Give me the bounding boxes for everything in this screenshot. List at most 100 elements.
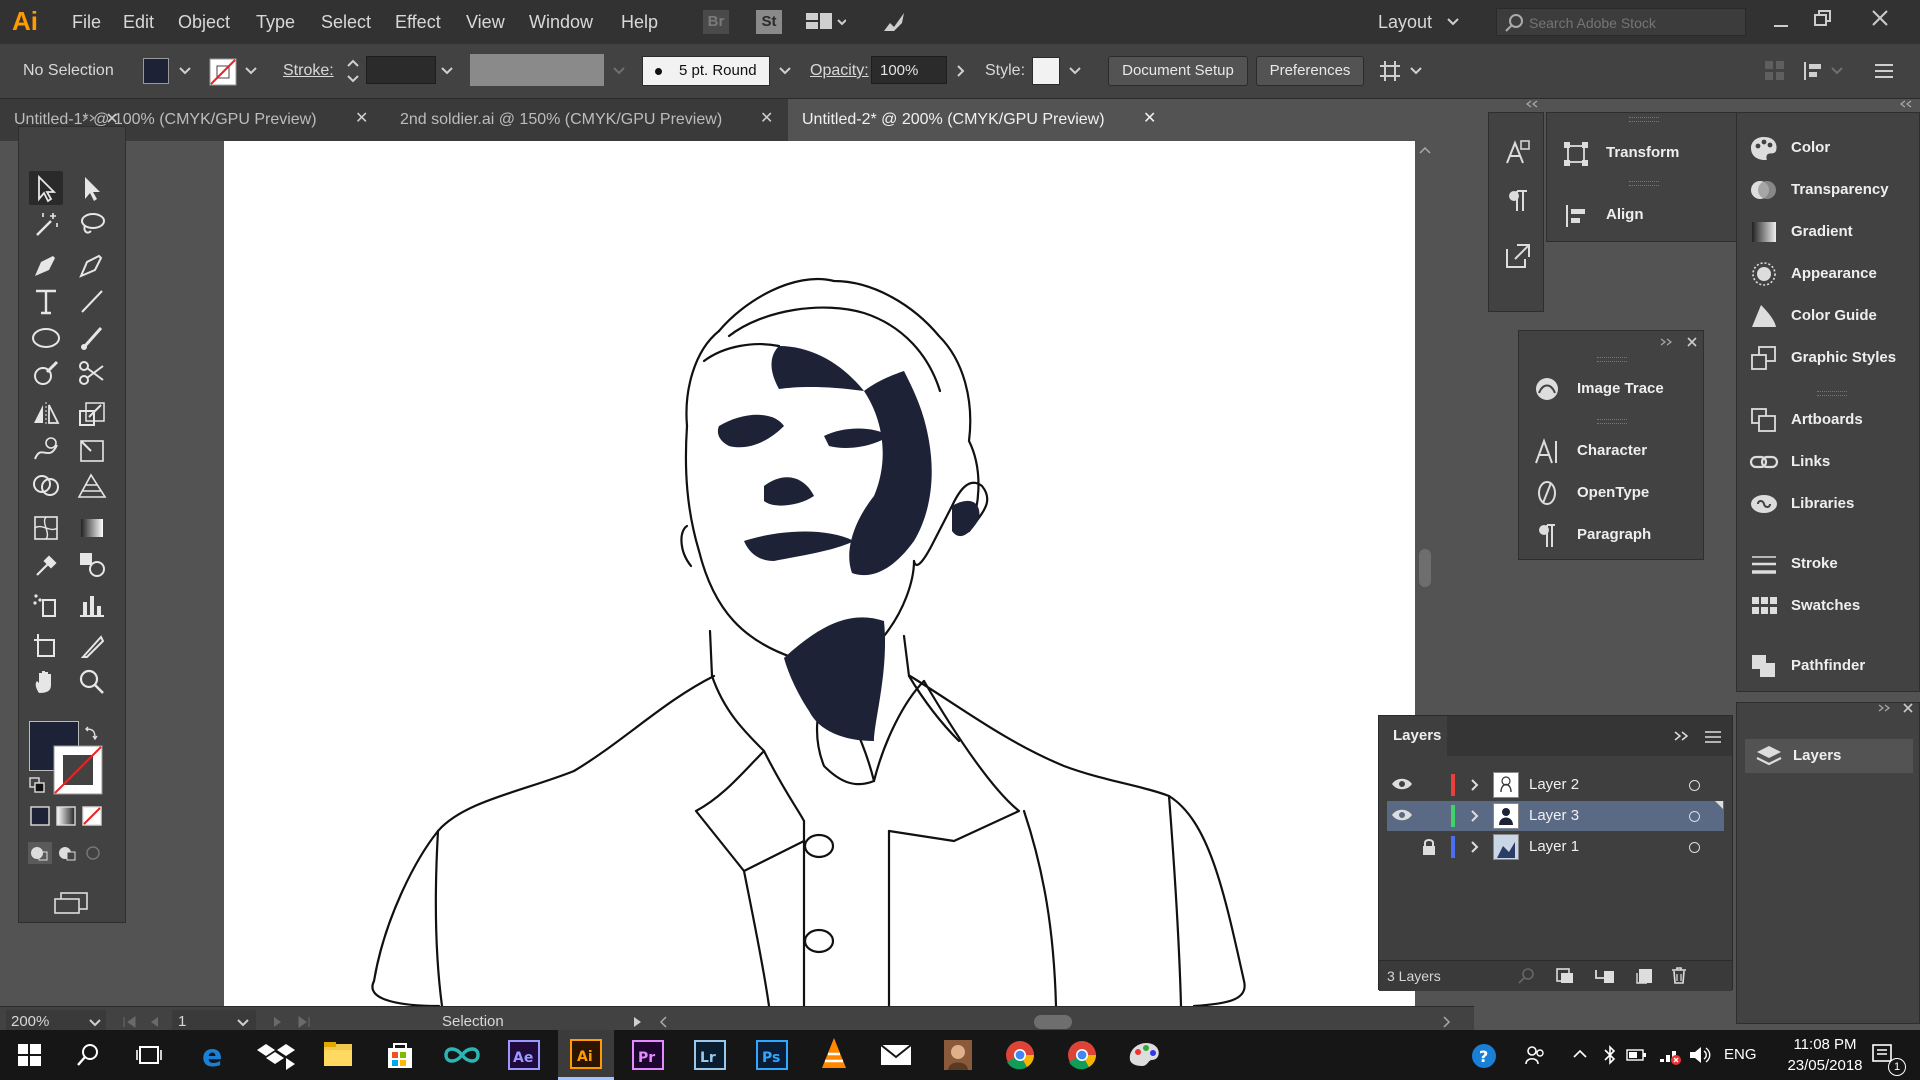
none-mode-icon[interactable]	[81, 805, 103, 827]
chrome-icon[interactable]	[992, 1030, 1048, 1080]
make-clipping-mask-icon[interactable]	[1555, 967, 1575, 985]
close-icon[interactable]	[1685, 335, 1699, 349]
premiere-icon[interactable]: Pr	[620, 1030, 676, 1080]
gradient-tool-icon[interactable]	[75, 511, 109, 545]
menu-type[interactable]: Type	[256, 0, 295, 44]
arrange-documents-icon[interactable]	[806, 12, 846, 32]
edge-icon[interactable]: e	[186, 1030, 242, 1080]
panel-grip[interactable]	[1597, 357, 1627, 362]
curvature-tool-icon[interactable]	[75, 248, 109, 282]
panel-item-color-guide[interactable]: Color Guide	[1743, 299, 1919, 333]
brush-definition[interactable]: 5 pt. Round	[642, 56, 770, 86]
stroke-color-swatch[interactable]	[53, 745, 103, 795]
windows-start-icon[interactable]	[18, 1044, 42, 1066]
draw-behind-icon[interactable]	[55, 841, 81, 865]
layer-target-icon[interactable]	[1689, 811, 1700, 822]
fill-swatch[interactable]	[143, 58, 169, 84]
chevron-down-icon[interactable]	[612, 65, 626, 77]
chevron-down-icon[interactable]	[88, 1017, 102, 1029]
lightroom-icon[interactable]: Lr	[682, 1030, 738, 1080]
gradient-mode-icon[interactable]	[55, 805, 77, 827]
workspace-switcher[interactable]: Layout	[1378, 0, 1432, 44]
clock-time[interactable]: 11:08 PM	[1778, 1036, 1872, 1053]
panel-item-libraries[interactable]: Libraries	[1743, 487, 1919, 521]
panel-item-opentype[interactable]: OpenType	[1523, 473, 1701, 513]
character-styles-icon[interactable]	[1503, 137, 1533, 167]
menu-object[interactable]: Object	[178, 0, 230, 44]
chevron-right-icon[interactable]	[1469, 840, 1481, 854]
chevron-down-icon[interactable]	[1409, 65, 1423, 77]
task-view-icon[interactable]	[136, 1044, 162, 1066]
selection-tool-icon[interactable]	[29, 171, 63, 205]
stock-button[interactable]: St	[756, 10, 782, 34]
close-icon[interactable]	[1901, 701, 1915, 715]
paintbrush-tool-icon[interactable]	[75, 320, 109, 354]
chevron-down-icon[interactable]	[244, 65, 258, 77]
chevron-right-icon[interactable]	[955, 64, 967, 78]
store-icon[interactable]	[372, 1030, 428, 1080]
chrome-2-icon[interactable]	[1054, 1030, 1110, 1080]
paragraph-styles-icon[interactable]	[1503, 185, 1533, 215]
locate-object-icon[interactable]	[1517, 967, 1537, 985]
layer-name[interactable]: Layer 3	[1529, 801, 1579, 831]
preferences-button[interactable]: Preferences	[1256, 56, 1364, 86]
distribute-icon[interactable]	[1802, 58, 1846, 84]
collapse-icon[interactable]	[1877, 703, 1891, 713]
first-artboard-icon[interactable]	[122, 1016, 138, 1028]
panel-item-appearance[interactable]: Appearance	[1743, 257, 1919, 291]
opacity-label[interactable]: Opacity:	[810, 44, 869, 98]
pen-tool-icon[interactable]	[29, 248, 63, 282]
chevron-down-icon[interactable]	[236, 1017, 250, 1029]
panel-item-paragraph[interactable]: Paragraph	[1523, 515, 1701, 555]
illustrator-icon[interactable]: Ai	[558, 1030, 614, 1080]
scale-tool-icon[interactable]	[75, 397, 109, 431]
menu-file[interactable]: File	[72, 0, 101, 44]
close-tab-icon[interactable]: ✕	[760, 99, 773, 139]
layer-name[interactable]: Layer 1	[1529, 832, 1579, 862]
chevron-down-icon[interactable]	[778, 65, 792, 77]
reflect-tool-icon[interactable]	[29, 397, 63, 431]
chevron-down-icon[interactable]	[1446, 16, 1460, 28]
layer-row[interactable]: Layer 3	[1387, 801, 1724, 831]
panel-menu-icon[interactable]	[1704, 730, 1722, 744]
language-indicator[interactable]: ENG	[1724, 1030, 1757, 1080]
search-icon[interactable]	[76, 1043, 100, 1067]
tab-2nd-soldier[interactable]: 2nd soldier.ai @ 150% (CMYK/GPU Preview)	[386, 99, 780, 141]
change-screen-mode-icon[interactable]	[53, 891, 89, 915]
zoom-tool-icon[interactable]	[75, 665, 109, 699]
dropbox-icon[interactable]	[248, 1030, 304, 1080]
panel-grip[interactable]	[1817, 391, 1847, 396]
menu-edit[interactable]: Edit	[123, 0, 154, 44]
arduino-icon[interactable]	[434, 1030, 490, 1080]
stock-search-input[interactable]	[1527, 12, 1741, 34]
panel-item-image-trace[interactable]: Image Trace	[1523, 369, 1701, 409]
battery-icon[interactable]	[1626, 1045, 1648, 1065]
scroll-left-icon[interactable]	[658, 1015, 668, 1029]
next-artboard-icon[interactable]	[272, 1016, 284, 1028]
chevron-down-icon[interactable]	[440, 65, 454, 77]
collapse-icon[interactable]	[1899, 99, 1913, 109]
menu-view[interactable]: View	[466, 0, 505, 44]
menu-help[interactable]: Help	[621, 0, 658, 44]
panel-grip[interactable]	[1597, 419, 1627, 424]
menu-select[interactable]: Select	[321, 0, 371, 44]
eye-icon[interactable]	[1391, 776, 1413, 792]
slice-tool-icon[interactable]	[75, 629, 109, 663]
scroll-thumb[interactable]	[1419, 549, 1431, 587]
volume-icon[interactable]	[1688, 1044, 1712, 1066]
layer-target-icon[interactable]	[1689, 780, 1700, 791]
collapse-icon[interactable]	[81, 113, 97, 123]
after-effects-icon[interactable]: Ae	[496, 1030, 552, 1080]
layer-name[interactable]: Layer 2	[1529, 770, 1579, 800]
vlc-icon[interactable]	[806, 1030, 862, 1080]
blend-tool-icon[interactable]	[75, 547, 109, 581]
panel-item-swatches[interactable]: Swatches	[1743, 589, 1919, 623]
people-icon[interactable]	[1524, 1044, 1546, 1066]
default-fill-stroke-icon[interactable]	[29, 777, 45, 793]
panel-item-gradient[interactable]: Gradient	[1743, 215, 1919, 249]
stroke-none-swatch[interactable]	[209, 58, 237, 86]
column-graph-tool-icon[interactable]	[75, 588, 109, 622]
magic-wand-tool-icon[interactable]	[29, 207, 63, 241]
align-to-icon[interactable]	[1376, 58, 1404, 84]
gpu-performance-icon[interactable]	[880, 9, 908, 35]
